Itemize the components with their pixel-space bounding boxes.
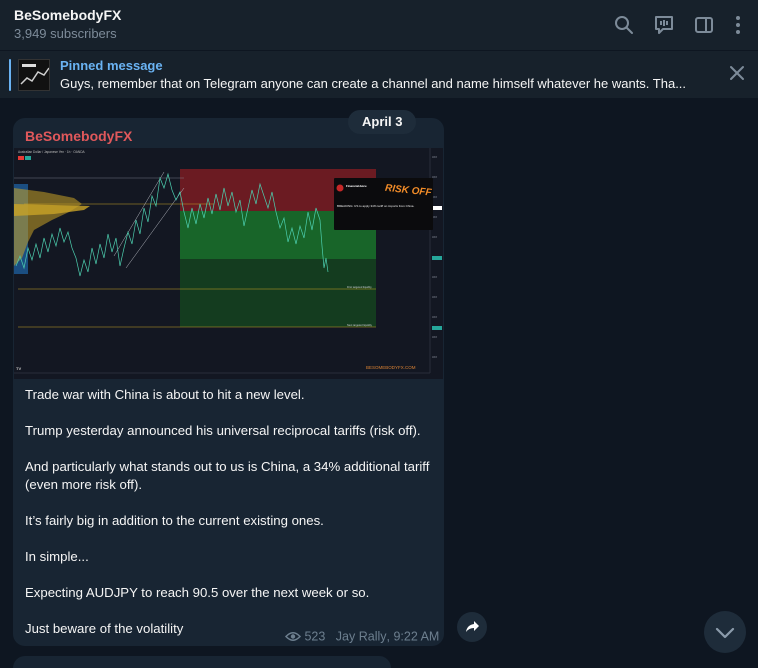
more-icon[interactable]: [726, 13, 750, 37]
message-sender[interactable]: BeSomebodyFX: [25, 128, 132, 144]
svg-text:First targeted liquidity: First targeted liquidity: [347, 285, 372, 289]
message-paragraph: Trade war with China is about to hit a n…: [25, 387, 305, 402]
message-paragraph: And particularly what stands out to us i…: [25, 459, 430, 492]
svg-text:###: ###: [432, 315, 437, 319]
chart-watermark: BESOMEBODYFX.COM: [366, 365, 416, 370]
pinned-text: Guys, remember that on Telegram anyone c…: [60, 76, 687, 91]
chevron-down-icon: [715, 627, 735, 639]
pinned-title: Pinned message: [60, 58, 163, 73]
pinned-thumbnail: [18, 59, 50, 91]
svg-text:BREAKING: US to apply 34% tari: BREAKING: US to apply 34% tariff on impo…: [337, 204, 414, 208]
svg-text:FinancialJuice: FinancialJuice: [346, 184, 367, 188]
scroll-down-button[interactable]: [704, 611, 746, 653]
channel-title[interactable]: BeSomebodyFX: [14, 7, 121, 23]
eye-icon: [284, 632, 302, 642]
view-count: 523: [304, 629, 326, 644]
svg-text:###: ###: [432, 355, 437, 359]
svg-text:###: ###: [432, 155, 437, 159]
message-meta: 523 Jay Rally, 9:22 AM: [284, 629, 440, 644]
post-time: 9:22 AM: [393, 629, 440, 644]
svg-text:TV: TV: [16, 366, 21, 371]
search-icon[interactable]: [612, 13, 636, 37]
message-paragraph: In simple...: [25, 549, 89, 564]
tweet-card: FinancialJuice BREAKING: US to apply 34%…: [334, 178, 433, 230]
discussion-icon[interactable]: [652, 13, 676, 37]
svg-text:###: ###: [432, 175, 437, 179]
svg-text:###: ###: [432, 275, 437, 279]
post-author: Jay Rally: [335, 629, 387, 644]
message-text: Trade war with China is about to hit a n…: [25, 386, 437, 646]
message-paragraph: Expecting AUDJPY to reach 90.5 over the …: [25, 585, 370, 600]
pinned-indicator: [9, 59, 11, 91]
sidebar-toggle-icon[interactable]: [692, 13, 716, 37]
chart-image[interactable]: ######### ######### ######### ###### Aus…: [14, 148, 443, 379]
channel-header: BeSomebodyFX 3,949 subscribers: [0, 0, 758, 50]
svg-text:Next targeted liquidity: Next targeted liquidity: [347, 323, 373, 327]
chart-title: Australian Dollar / Japanese Yen · 1h · …: [18, 150, 85, 154]
share-button[interactable]: [457, 612, 487, 642]
subscriber-count: 3,949 subscribers: [14, 26, 117, 41]
pinned-message[interactable]: Pinned message Guys, remember that on Te…: [0, 50, 758, 98]
message-bubble[interactable]: BeSomebodyFX ### ### ### ### ### ### ### ### #…: [13, 118, 444, 646]
svg-text:###: ###: [432, 335, 437, 339]
svg-text:###: ###: [432, 295, 437, 299]
message-paragraph: It’s fairly big in addition to the curre…: [25, 513, 324, 528]
share-icon: [466, 621, 479, 632]
date-separator: April 3: [348, 110, 417, 134]
close-icon[interactable]: [728, 64, 746, 82]
next-message-bubble[interactable]: [13, 656, 391, 668]
message-paragraph: Trump yesterday announced his universal …: [25, 423, 421, 438]
svg-text:###: ###: [432, 235, 437, 239]
